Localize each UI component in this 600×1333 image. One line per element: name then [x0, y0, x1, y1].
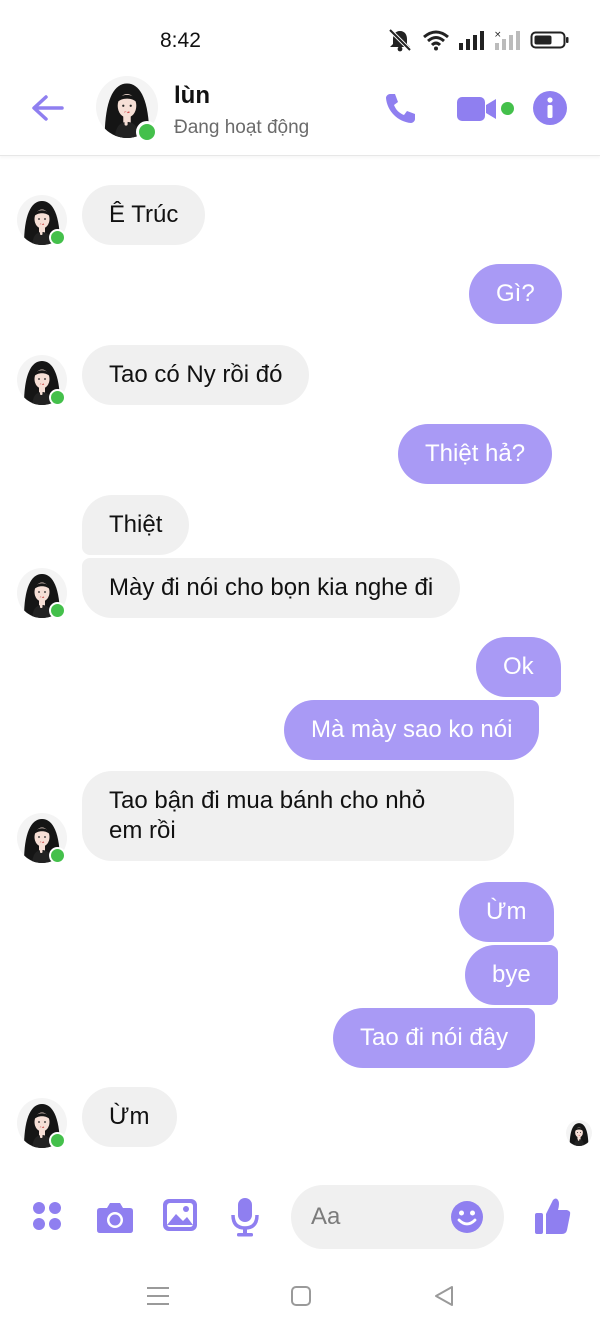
message-bubble-incoming[interactable]: Ừm [82, 1087, 177, 1147]
info-icon[interactable] [532, 90, 568, 126]
message-bubble-outgoing[interactable]: Mà mày sao ko nói [284, 700, 540, 760]
message-bubble-incoming[interactable]: Ê Trúc [82, 185, 206, 245]
system-nav-bar [0, 1266, 600, 1333]
online-indicator [49, 389, 66, 406]
message-bubble-outgoing[interactable]: bye [465, 945, 558, 1005]
message-bubble-outgoing[interactable]: Tao đi nói đây [333, 1008, 536, 1068]
menu-icon[interactable] [146, 1285, 170, 1307]
message-bubble-incoming[interactable]: Tao có Ny rồi đó [82, 345, 310, 405]
message-bubble-incoming[interactable]: Tao bận đi mua bánh cho nhỏ em rồi [82, 771, 514, 861]
signal-2-icon: × [494, 30, 520, 50]
online-indicator [49, 602, 66, 619]
online-indicator [49, 229, 66, 246]
video-camera-icon[interactable] [456, 94, 498, 124]
message-bubble-outgoing[interactable]: Gì? [469, 264, 562, 324]
back-triangle-icon[interactable] [433, 1285, 455, 1307]
status-icons: × [386, 28, 570, 52]
svg-text:×: × [494, 30, 502, 40]
online-indicator [49, 1132, 66, 1149]
seen-indicator-avatar [566, 1120, 592, 1146]
message-bubble-outgoing[interactable]: Ừm [459, 882, 554, 942]
video-online-indicator [501, 102, 514, 115]
mute-icon [388, 28, 412, 52]
wifi-icon [423, 30, 449, 51]
composer-bar [0, 1172, 600, 1266]
status-time: 8:42 [160, 29, 201, 52]
message-bubble-outgoing[interactable]: Ok [476, 637, 561, 697]
contact-status: Đang hoạt động [174, 117, 310, 138]
emoji-icon[interactable] [450, 1200, 484, 1234]
message-bubble-incoming[interactable]: Thiệt [82, 495, 190, 555]
online-indicator [136, 121, 158, 143]
chat-header: lùn Đang hoạt động [0, 72, 600, 156]
gallery-icon[interactable] [162, 1198, 198, 1232]
status-bar: 8:42 × [0, 0, 600, 72]
online-indicator [49, 847, 66, 864]
thumbs-up-icon[interactable] [534, 1196, 572, 1236]
message-bubble-outgoing[interactable]: Thiệt hả? [398, 424, 553, 484]
contact-name[interactable]: lùn [174, 82, 210, 110]
home-icon[interactable] [290, 1285, 312, 1307]
phone-icon[interactable] [382, 90, 418, 126]
microphone-icon[interactable] [231, 1197, 259, 1237]
signal-icon [459, 31, 484, 50]
camera-icon[interactable] [96, 1200, 134, 1234]
battery-icon [530, 31, 569, 49]
back-arrow-icon[interactable] [28, 90, 68, 126]
apps-grid-icon[interactable] [31, 1200, 63, 1232]
message-bubble-incoming[interactable]: Mày đi nói cho bọn kia nghe đi [82, 558, 461, 618]
